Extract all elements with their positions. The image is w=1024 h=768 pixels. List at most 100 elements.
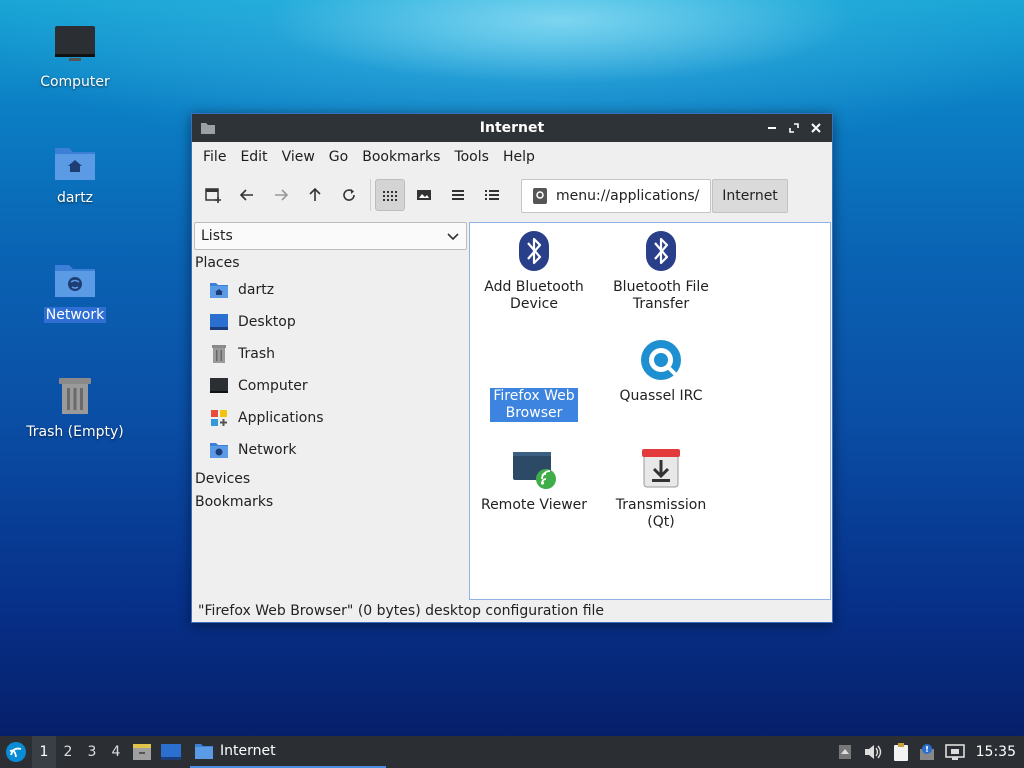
clipboard-icon [893, 743, 908, 761]
wired-network-icon [944, 744, 965, 760]
close-button[interactable] [806, 118, 826, 138]
home-folder-icon [210, 283, 228, 298]
item-add-bluetooth-device[interactable]: Add Bluetooth Device [471, 227, 597, 313]
new-tab-button[interactable] [198, 179, 228, 211]
sidebar-item-network[interactable]: Network [208, 436, 296, 464]
folder-view[interactable]: Add Bluetooth Device Bluetooth File Tran… [469, 222, 831, 600]
home-folder-icon [55, 148, 95, 180]
desktop-icon-label: Network [43, 307, 107, 323]
places-heading[interactable]: Places [195, 255, 240, 271]
item-label: Firefox Web Browser [490, 388, 578, 422]
breadcrumb-internet[interactable]: Internet [712, 179, 788, 213]
firefox-icon [510, 336, 558, 384]
folder-icon [195, 744, 213, 759]
desktop-icon [161, 744, 181, 760]
network-folder-icon [210, 443, 228, 458]
detailed-list-button[interactable] [477, 179, 507, 211]
sidebar-item-label: dartz [238, 282, 275, 298]
item-remote-viewer[interactable]: Remote Viewer [471, 445, 597, 514]
status-bar: "Firefox Web Browser" (0 bytes) desktop … [198, 603, 605, 619]
menu-go[interactable]: Go [322, 149, 355, 165]
file-manager-window: Internet File Edit View Go Bookmarks Too… [191, 113, 833, 623]
address-bar[interactable]: menu://applications/ [521, 179, 711, 213]
lines-icon [452, 190, 464, 200]
back-button[interactable] [232, 179, 262, 211]
up-button[interactable] [300, 179, 330, 211]
window-title: Internet [479, 120, 545, 136]
menu-view[interactable]: View [275, 149, 322, 165]
tray-arrow-icon [838, 745, 851, 759]
sidebar-item-computer[interactable]: Computer [208, 372, 308, 400]
menu-tools[interactable]: Tools [447, 149, 496, 165]
reload-button[interactable] [334, 179, 364, 211]
menu-edit[interactable]: Edit [233, 149, 274, 165]
tray-expand-button[interactable] [832, 736, 858, 768]
item-quassel-irc[interactable]: Quassel IRC [598, 336, 724, 405]
item-label: Transmission (Qt) [615, 497, 707, 530]
window-titlebar[interactable]: Internet [192, 114, 832, 142]
arrow-left-icon [239, 189, 253, 201]
computer-icon [55, 26, 95, 61]
menu-help[interactable]: Help [496, 149, 542, 165]
image-icon [417, 190, 431, 200]
item-transmission-qt[interactable]: Transmission (Qt) [598, 445, 724, 531]
menu-bookmarks[interactable]: Bookmarks [355, 149, 447, 165]
sidebar-item-trash[interactable]: Trash [208, 340, 275, 368]
desktop-icon-computer[interactable]: Computer [20, 22, 130, 90]
network-status-button[interactable] [940, 736, 970, 768]
transmission-icon [642, 449, 680, 488]
desktop-icon-trash[interactable]: Trash (Empty) [20, 372, 130, 440]
file-manager-launcher[interactable] [128, 736, 156, 768]
sidebar-item-desktop[interactable]: Desktop [208, 308, 296, 336]
devices-heading[interactable]: Devices [195, 471, 250, 487]
side-pane-mode-select[interactable]: Lists [194, 222, 467, 250]
desktop-icon-dartz[interactable]: dartz [20, 138, 130, 206]
sidebar-item-applications[interactable]: Applications [208, 404, 324, 432]
arrow-right-icon [275, 189, 289, 201]
item-bluetooth-file-transfer[interactable]: Bluetooth File Transfer [598, 227, 724, 313]
compact-view-button[interactable] [443, 179, 473, 211]
workspace-2-button[interactable]: 2 [56, 736, 80, 768]
grid-icon [383, 191, 397, 201]
toolbar-separator [370, 179, 371, 211]
sidebar-item-label: Desktop [238, 314, 296, 330]
show-desktop-button[interactable] [156, 736, 186, 768]
item-firefox-web-browser[interactable]: Firefox Web Browser [471, 336, 597, 422]
volume-icon [864, 745, 881, 759]
remote-viewer-icon [513, 452, 556, 489]
maximize-button[interactable] [784, 118, 804, 138]
clock[interactable]: 15:35 [970, 736, 1024, 768]
taskbar: 1 2 3 4 Internet 15:35 [0, 736, 1024, 768]
minimize-button[interactable] [762, 118, 782, 138]
maximize-icon [789, 123, 799, 133]
workspace-4-button[interactable]: 4 [104, 736, 128, 768]
file-cabinet-icon [133, 744, 151, 760]
workspace-1-button[interactable]: 1 [32, 736, 56, 768]
update-notifier-button[interactable] [914, 736, 940, 768]
start-menu-button[interactable] [0, 736, 32, 768]
clipboard-button[interactable] [888, 736, 914, 768]
system-tray: 15:35 [832, 736, 1024, 768]
workspace-3-button[interactable]: 3 [80, 736, 104, 768]
computer-icon [210, 378, 228, 393]
menu-file[interactable]: File [196, 149, 233, 165]
bluetooth-icon [646, 231, 676, 271]
location-icon [533, 188, 547, 204]
desktop-icon-network[interactable]: Network [20, 255, 130, 323]
trash-icon [59, 378, 91, 414]
volume-button[interactable] [858, 736, 888, 768]
lubuntu-logo-icon [6, 742, 26, 762]
update-alert-icon [919, 744, 934, 760]
sidebar-item-label: Trash [238, 346, 275, 362]
bookmarks-heading[interactable]: Bookmarks [195, 494, 273, 510]
quassel-icon [641, 340, 681, 380]
sidebar-item-dartz[interactable]: dartz [208, 276, 274, 304]
chevron-down-icon [447, 233, 459, 241]
taskbar-window-internet[interactable]: Internet [190, 736, 386, 768]
desktop-icon [210, 314, 228, 330]
thumbnail-view-button[interactable] [409, 179, 439, 211]
forward-button[interactable] [266, 179, 296, 211]
icon-view-button[interactable] [375, 179, 405, 211]
arrow-up-icon [309, 187, 321, 201]
close-icon [811, 123, 821, 133]
